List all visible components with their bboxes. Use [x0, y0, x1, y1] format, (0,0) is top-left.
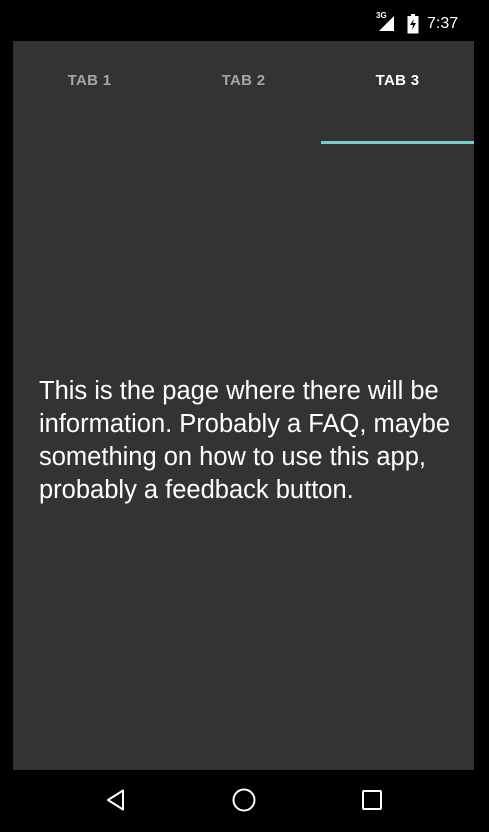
back-button[interactable] — [94, 780, 138, 820]
back-icon — [107, 789, 124, 811]
tab-3[interactable]: TAB 3 — [321, 41, 474, 144]
active-tab-indicator — [321, 141, 474, 144]
tab-1-label: TAB 1 — [67, 72, 112, 89]
recents-icon — [362, 790, 382, 810]
tab-2-label: TAB 2 — [221, 72, 266, 89]
clock-time: 7:37 — [427, 15, 459, 32]
home-button[interactable] — [222, 780, 266, 820]
signal-icon: 3G — [376, 12, 396, 32]
app-window: TAB 1 TAB 2 TAB 3 This is the page where… — [13, 41, 474, 770]
tab-1[interactable]: TAB 1 — [13, 41, 166, 144]
status-bar: 3G 7:37 — [0, 0, 489, 41]
info-text: This is the page where there will be inf… — [39, 377, 451, 504]
home-icon — [232, 788, 256, 812]
tab-3-label: TAB 3 — [375, 72, 420, 89]
battery-icon — [407, 14, 419, 34]
tab-2[interactable]: TAB 2 — [167, 41, 320, 144]
recents-button[interactable] — [350, 780, 394, 820]
tab-bar: TAB 1 TAB 2 TAB 3 — [13, 41, 474, 144]
navigation-bar — [0, 770, 489, 832]
